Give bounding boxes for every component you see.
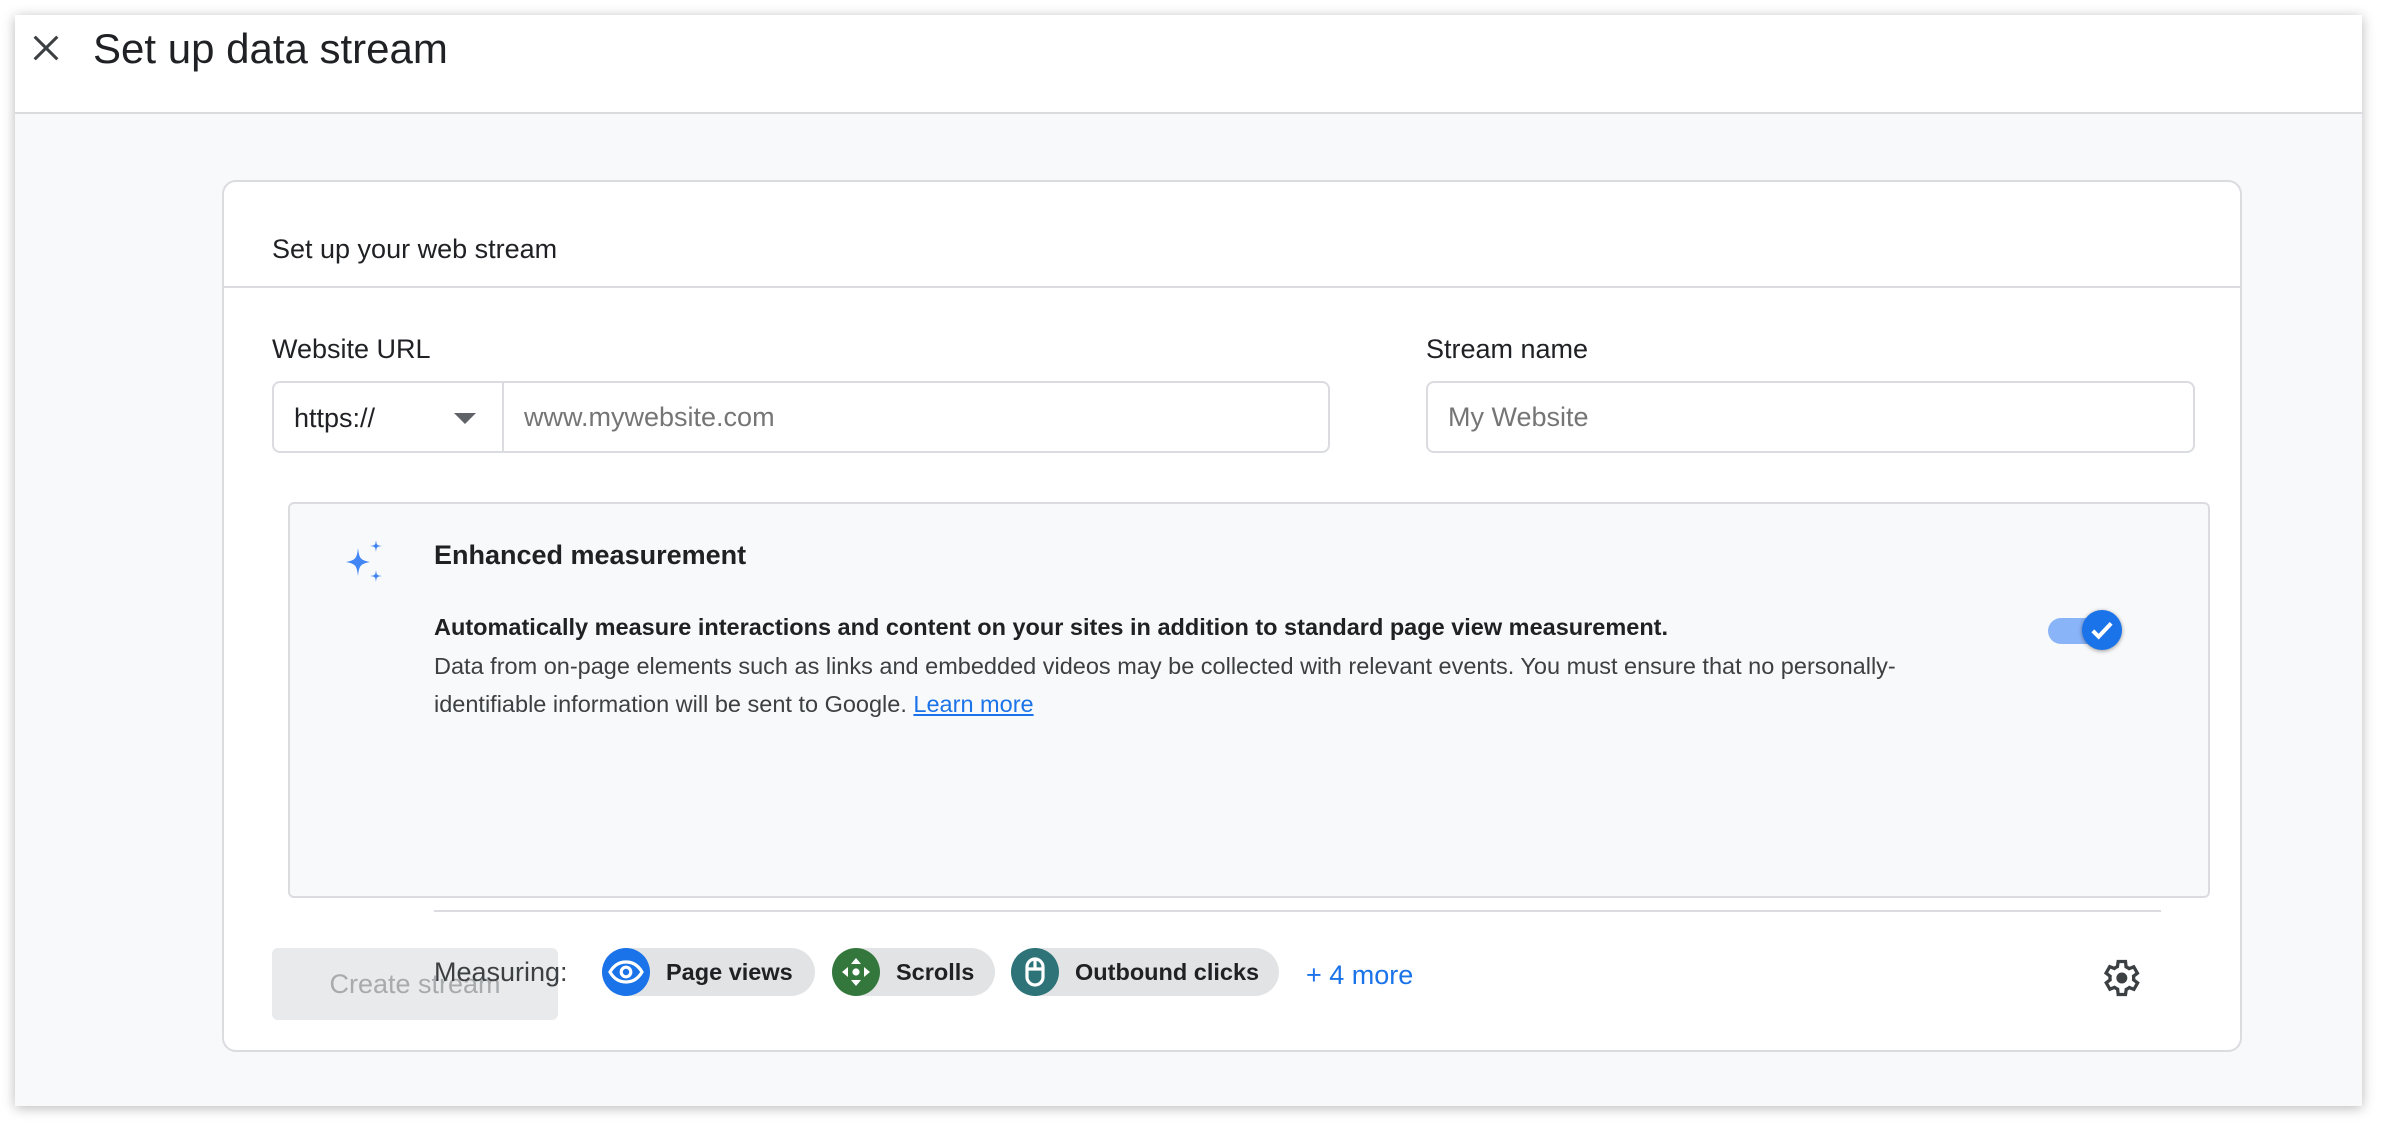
card-title: Set up your web stream: [272, 234, 558, 264]
mouse-icon: [1011, 948, 1059, 996]
enhanced-title: Enhanced measurement: [434, 540, 747, 570]
chip-page-views[interactable]: Page views: [602, 948, 815, 996]
description-text: Data from on-page elements such as links…: [434, 652, 1896, 718]
website-url-field: https://: [272, 381, 1330, 453]
learn-more-link[interactable]: Learn more: [913, 691, 1033, 717]
chip-label: Scrolls: [896, 959, 975, 985]
protocol-select[interactable]: https://: [274, 383, 504, 451]
divider: [434, 910, 2161, 912]
more-link[interactable]: + 4 more: [1306, 960, 1413, 991]
dialog-window: Set up data stream Set up your web strea…: [15, 15, 2362, 1106]
chip-label: Page views: [666, 959, 793, 985]
scroll-icon: [832, 948, 880, 996]
eye-icon: [602, 948, 650, 996]
stream-name-field: [1426, 381, 2195, 453]
enhanced-toggle[interactable]: [2048, 610, 2122, 650]
stream-name-label: Stream name: [1426, 334, 1589, 364]
enhanced-measurement-panel: Enhanced measurement Automatically measu…: [288, 502, 2210, 997]
chip-label: Outbound clicks: [1075, 959, 1260, 985]
protocol-value: https://: [294, 403, 376, 433]
check-icon: [2091, 621, 2113, 640]
stream-name-input[interactable]: [1428, 383, 2193, 451]
chip-scrolls[interactable]: Scrolls: [832, 948, 995, 996]
website-url-label: Website URL: [272, 334, 431, 364]
description-bold: Automatically measure interactions and c…: [434, 614, 1669, 640]
website-url-input[interactable]: [506, 383, 1326, 451]
page-title: Set up data stream: [93, 25, 448, 72]
toggle-knob: [2082, 610, 2122, 650]
divider: [224, 286, 2240, 288]
web-stream-card: Set up your web stream Website URL https…: [222, 180, 2242, 1052]
enhanced-description: Automatically measure interactions and c…: [434, 608, 1994, 728]
gear-icon[interactable]: [2098, 956, 2142, 1000]
chip-outbound-clicks[interactable]: Outbound clicks: [1011, 948, 1279, 996]
chevron-down-icon: [454, 413, 476, 424]
dialog-header: Set up data stream: [15, 15, 2362, 114]
measuring-label: Measuring:: [434, 957, 568, 987]
sparkle-icon: [346, 540, 382, 582]
close-icon[interactable]: [29, 31, 63, 65]
